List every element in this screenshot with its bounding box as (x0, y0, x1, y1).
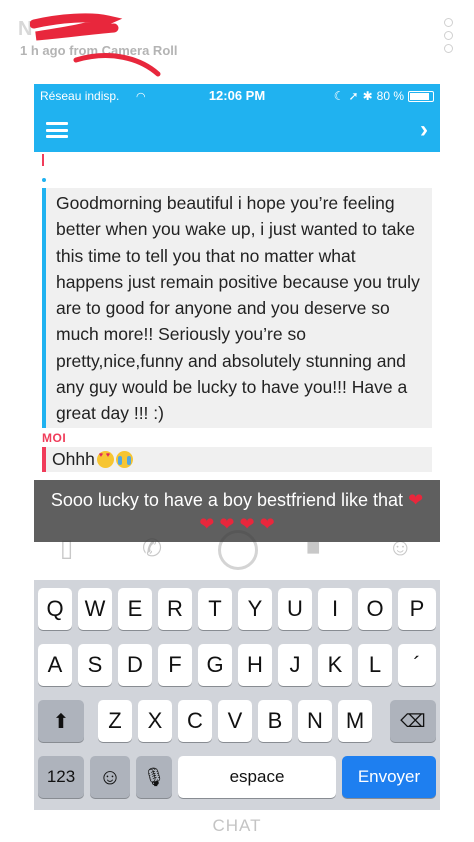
smiley-icon: ☺ (98, 764, 122, 789)
key-f[interactable]: F (158, 644, 192, 686)
backspace-icon: ⌫ (400, 710, 426, 731)
bluetooth-icon: ✱ (362, 89, 373, 103)
key-b[interactable]: B (258, 700, 292, 742)
keyboard: Q W E R T Y U I O P A S D F G H J K L ´ … (34, 580, 440, 810)
chat-nav-bar: › (34, 108, 440, 152)
story-caption: Sooo lucky to have a boy bestfriend like… (0, 400, 474, 542)
key-j[interactable]: J (278, 644, 312, 686)
shift-icon: ⬆ (52, 710, 70, 733)
key-z[interactable]: Z (98, 700, 132, 742)
key-a[interactable]: A (38, 644, 72, 686)
heart-icon: ❤ (219, 514, 235, 534)
key-u[interactable]: U (278, 588, 312, 630)
key-g[interactable]: G (198, 644, 232, 686)
shift-key[interactable]: ⬆ (38, 700, 84, 742)
friend-message-bubble: Goodmorning beautiful i hope you’re feel… (42, 188, 432, 428)
numbers-key[interactable]: 123 (38, 756, 84, 798)
key-s[interactable]: S (78, 644, 112, 686)
friend-message-text: Goodmorning beautiful i hope you’re feel… (56, 193, 420, 424)
battery-percent: 80 % (376, 89, 404, 103)
story-header: N 1 h ago from Camera Roll (0, 0, 474, 80)
heart-icon: ❤ (259, 514, 275, 534)
key-x[interactable]: X (138, 700, 172, 742)
key-l[interactable]: L (358, 644, 392, 686)
backspace-key[interactable]: ⌫ (390, 700, 436, 742)
key-n[interactable]: N (298, 700, 332, 742)
heart-icon: ❤ (408, 490, 424, 510)
chat-footer-label: CHAT (34, 810, 440, 842)
heart-icon: ❤ (199, 514, 215, 534)
key-q[interactable]: Q (38, 588, 72, 630)
key-i[interactable]: I (318, 588, 352, 630)
key-v[interactable]: V (218, 700, 252, 742)
space-key[interactable]: espace (178, 756, 336, 798)
status-bar: Réseau indisp. ◠ 12:06 PM ☾ ➚ ✱ 80 % (34, 84, 440, 108)
heart-icon: ❤ (239, 514, 255, 534)
key-h[interactable]: H (238, 644, 272, 686)
key-d[interactable]: D (118, 644, 152, 686)
key-y[interactable]: Y (238, 588, 272, 630)
microphone-icon: 🎙 (142, 766, 166, 787)
key-c[interactable]: C (178, 700, 212, 742)
dictation-key[interactable]: 🎙 (136, 756, 172, 798)
key-p[interactable]: P (398, 588, 436, 630)
chevron-right-icon[interactable]: › (420, 116, 428, 144)
battery-icon (408, 90, 434, 102)
send-key[interactable]: Envoyer (342, 756, 436, 798)
caption-block: Sooo lucky to have a boy bestfriend like… (34, 488, 440, 536)
key-w[interactable]: W (78, 588, 112, 630)
location-icon: ➚ (348, 89, 359, 103)
caption-text: Sooo lucky to have a boy bestfriend like… (50, 490, 404, 510)
key-acute-accent[interactable]: ´ (398, 644, 436, 686)
more-options-icon[interactable] (444, 18, 454, 60)
key-t[interactable]: T (198, 588, 232, 630)
status-indicators: ☾ ➚ ✱ 80 % (334, 89, 434, 103)
key-e[interactable]: E (118, 588, 152, 630)
menu-icon[interactable] (46, 122, 68, 138)
message-marker (42, 154, 44, 166)
story-viewer: N 1 h ago from Camera Roll Réseau indisp… (0, 0, 474, 842)
key-r[interactable]: R (158, 588, 192, 630)
moon-icon: ☾ (333, 89, 345, 103)
key-m[interactable]: M (338, 700, 372, 742)
key-o[interactable]: O (358, 588, 392, 630)
friend-indicator-dot (42, 178, 46, 182)
redaction-scribble (30, 13, 161, 77)
emoji-keyboard-key[interactable]: ☺ (90, 756, 130, 798)
key-k[interactable]: K (318, 644, 352, 686)
